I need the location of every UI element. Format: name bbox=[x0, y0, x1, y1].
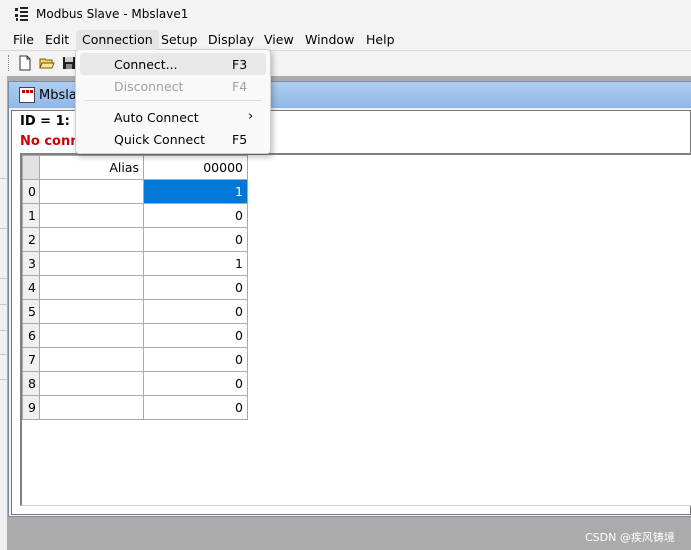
menu-item-quick-connect[interactable]: Quick Connect F5 bbox=[80, 128, 266, 150]
table-row: 4 0 bbox=[22, 275, 248, 300]
menu-bar: File Edit Connection Setup Display View … bbox=[0, 30, 691, 50]
value-cell[interactable]: 0 bbox=[143, 395, 248, 420]
menu-item-disconnect: Disconnect F4 bbox=[80, 75, 266, 97]
table-row: 8 0 bbox=[22, 371, 248, 396]
toolbar-grip[interactable] bbox=[8, 55, 11, 71]
menu-item-auto-connect[interactable]: Auto Connect › bbox=[80, 106, 266, 128]
alias-cell[interactable] bbox=[39, 251, 144, 276]
menu-item-label: Auto Connect bbox=[114, 110, 199, 125]
connection-dropdown-menu: Connect... F3 Disconnect F4 Auto Connect… bbox=[75, 49, 271, 154]
alias-cell[interactable] bbox=[39, 347, 144, 372]
menu-item-shortcut: F4 bbox=[232, 79, 248, 94]
row-index[interactable]: 1 bbox=[22, 203, 40, 228]
modbus-app-icon bbox=[15, 7, 28, 21]
register-grid: Alias 00000 0 1 1 0 2 0 3 1 4 0 5 0 6 0 … bbox=[20, 153, 691, 506]
alias-cell[interactable] bbox=[39, 395, 144, 420]
grid-corner[interactable] bbox=[22, 155, 40, 180]
menu-item-label: Disconnect bbox=[114, 79, 184, 94]
value-cell[interactable]: 0 bbox=[143, 203, 248, 228]
alias-cell[interactable] bbox=[39, 227, 144, 252]
menu-file[interactable]: File bbox=[13, 32, 34, 47]
slave-id-info: ID = 1: F bbox=[20, 114, 84, 129]
table-row: 7 0 bbox=[22, 347, 248, 372]
menu-item-shortcut: F5 bbox=[232, 132, 248, 147]
alias-cell[interactable] bbox=[39, 203, 144, 228]
left-panel-edge bbox=[0, 76, 7, 550]
value-cell[interactable]: 0 bbox=[143, 371, 248, 396]
watermark-text: CSDN @疾风铸境 bbox=[585, 531, 675, 544]
alias-column-header[interactable]: Alias bbox=[39, 155, 144, 180]
menu-separator bbox=[84, 100, 262, 101]
register-table: Alias 00000 0 1 1 0 2 0 3 1 4 0 5 0 6 0 … bbox=[22, 155, 248, 420]
table-row: 5 0 bbox=[22, 299, 248, 324]
table-row: 1 0 bbox=[22, 203, 248, 228]
table-row: 9 0 bbox=[22, 395, 248, 420]
table-row: 6 0 bbox=[22, 323, 248, 348]
menu-connection[interactable]: Connection bbox=[76, 30, 159, 50]
submenu-arrow-icon: › bbox=[248, 109, 254, 124]
alias-cell[interactable] bbox=[39, 299, 144, 324]
menu-view[interactable]: View bbox=[264, 32, 294, 47]
menu-display[interactable]: Display bbox=[208, 32, 254, 47]
value-cell[interactable]: 0 bbox=[143, 347, 248, 372]
alias-cell[interactable] bbox=[39, 179, 144, 204]
row-index[interactable]: 8 bbox=[22, 371, 40, 396]
menu-help[interactable]: Help bbox=[366, 32, 395, 47]
alias-cell[interactable] bbox=[39, 323, 144, 348]
child-content: ID = 1: F No conne Alias 00000 0 1 1 0 2… bbox=[11, 110, 691, 515]
row-index[interactable]: 9 bbox=[22, 395, 40, 420]
row-index[interactable]: 2 bbox=[22, 227, 40, 252]
row-index[interactable]: 4 bbox=[22, 275, 40, 300]
menu-item-shortcut: F3 bbox=[232, 57, 248, 72]
alias-cell[interactable] bbox=[39, 371, 144, 396]
menu-item-connect[interactable]: Connect... F3 bbox=[80, 53, 266, 75]
row-index[interactable]: 3 bbox=[22, 251, 40, 276]
window-title: Modbus Slave - Mbslave1 bbox=[36, 7, 189, 21]
menu-item-label: Quick Connect bbox=[114, 132, 206, 147]
value-cell[interactable]: 0 bbox=[143, 227, 248, 252]
menu-window[interactable]: Window bbox=[305, 32, 354, 47]
table-row: 2 0 bbox=[22, 227, 248, 252]
alias-cell[interactable] bbox=[39, 275, 144, 300]
menu-edit[interactable]: Edit bbox=[45, 32, 69, 47]
grid-header-row: Alias 00000 bbox=[22, 155, 248, 180]
row-index[interactable]: 7 bbox=[22, 347, 40, 372]
value-cell[interactable]: 0 bbox=[143, 323, 248, 348]
row-index[interactable]: 6 bbox=[22, 323, 40, 348]
title-bar: Modbus Slave - Mbslave1 bbox=[0, 0, 691, 30]
menu-item-label: Connect... bbox=[114, 57, 178, 72]
register-column-header[interactable]: 00000 bbox=[143, 155, 248, 180]
menu-setup[interactable]: Setup bbox=[161, 32, 197, 47]
open-folder-icon[interactable] bbox=[38, 54, 56, 72]
row-index[interactable]: 0 bbox=[22, 179, 40, 204]
new-file-icon[interactable] bbox=[16, 54, 34, 72]
value-cell[interactable]: 1 bbox=[143, 251, 248, 276]
row-index[interactable]: 5 bbox=[22, 299, 40, 324]
table-row: 3 1 bbox=[22, 251, 248, 276]
value-cell[interactable]: 0 bbox=[143, 275, 248, 300]
value-cell-selected[interactable]: 1 bbox=[143, 179, 248, 204]
slave-doc-icon bbox=[19, 87, 35, 103]
table-row: 0 1 bbox=[22, 179, 248, 204]
value-cell[interactable]: 0 bbox=[143, 299, 248, 324]
